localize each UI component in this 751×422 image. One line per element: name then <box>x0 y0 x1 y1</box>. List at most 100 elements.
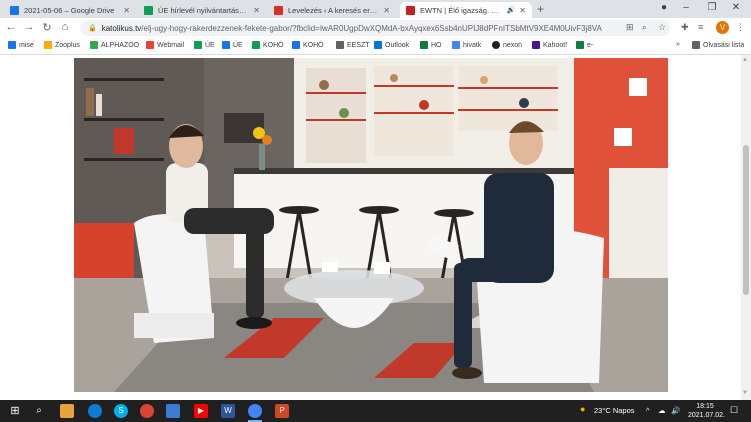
bookmark-label: e- <box>587 41 594 49</box>
address-bar[interactable]: 🔒 katolikus.tv /elj-ugy-hogy-rakerdezzen… <box>80 20 670 36</box>
bookmark-label: nexon <box>503 41 523 49</box>
scroll-up-arrow-icon[interactable]: ▲ <box>742 57 748 63</box>
reload-icon[interactable]: ↻ <box>40 21 54 34</box>
weather-widget[interactable]: 23°C Napos <box>594 406 635 415</box>
skype-icon[interactable]: S <box>114 404 128 418</box>
photos-icon[interactable] <box>166 404 180 418</box>
youtube-icon[interactable]: ▶ <box>194 404 208 418</box>
chrome-active-icon[interactable] <box>248 404 262 418</box>
edge-icon[interactable] <box>88 404 102 418</box>
notifications-icon[interactable]: ☐ <box>730 405 738 416</box>
tab-google-drive[interactable]: 2021-05-06 – Google Drive ✕ <box>4 2 136 18</box>
page-scrollbar[interactable]: ▲ ▼ <box>741 55 751 400</box>
reading-list-label: Olvasási lista <box>703 41 745 49</box>
bookmark-label: ALPHAZOO <box>101 41 140 49</box>
search-icon[interactable]: ⌕ <box>32 404 46 418</box>
bookmark-label: ÚE <box>205 41 215 49</box>
bookmark-ho[interactable]: HO <box>420 41 442 49</box>
extensions-icon[interactable]: ✚ <box>681 22 689 33</box>
bookmark-outlook[interactable]: Outlook <box>374 41 409 49</box>
audio-playing-icon[interactable]: 🔊 <box>507 6 516 14</box>
menu-kebab-icon[interactable]: ⋮ <box>736 22 745 33</box>
webmail-icon <box>146 41 154 49</box>
speaker-icon[interactable]: 🔊 <box>671 406 680 415</box>
bookmark-nexon[interactable]: nexon <box>492 41 522 49</box>
minimize-button[interactable]: – <box>672 2 700 13</box>
bookmark-label: Webmail <box>157 41 185 49</box>
google-drive-icon <box>8 41 16 49</box>
profile-avatar[interactable]: V <box>716 21 729 34</box>
outlook-icon <box>374 41 382 49</box>
bookmark-ue-drive[interactable]: ÚE <box>222 41 243 49</box>
tab-levelezes[interactable]: Levelezés ‹ A keresés eredménye ✕ <box>268 2 396 18</box>
bookmark-ue-sheets[interactable]: ÚE <box>194 41 215 49</box>
clock-date: 2021.07.02. <box>688 412 725 419</box>
bookmark-star-icon[interactable]: ☆ <box>658 22 666 33</box>
bookmark-label: ÚE <box>233 41 243 49</box>
google-sheets-icon <box>194 41 202 49</box>
eeszt-icon <box>336 41 344 49</box>
new-tab-button[interactable]: + <box>537 2 544 16</box>
bookmark-webmail[interactable]: Webmail <box>146 41 184 49</box>
close-tab-icon[interactable]: ✕ <box>253 6 260 15</box>
powerpoint-icon[interactable]: P <box>275 404 289 418</box>
bookmark-e[interactable]: e- <box>576 41 593 49</box>
reading-list-icon <box>692 41 700 49</box>
install-app-icon[interactable]: ⊞ <box>626 22 634 33</box>
google-drive-icon <box>10 5 19 15</box>
tab-title: EWTN | Élő igazság. Katoliku <box>420 5 503 15</box>
taskbar-clock[interactable]: 18:15 2021.07.02. <box>688 402 725 420</box>
tab-ue-hirlevel[interactable]: ÚE hírlevél nyilvántartása - Goog ✕ <box>138 2 266 18</box>
alphazoo-icon <box>90 41 98 49</box>
tab-ewtn[interactable]: EWTN | Élő igazság. Katoliku 🔊 ✕ <box>400 2 532 18</box>
chrome-icon[interactable] <box>140 404 154 418</box>
bookmark-label: hivatk <box>463 41 482 49</box>
gmail-icon <box>274 5 283 15</box>
hivatk-icon <box>452 41 460 49</box>
bookmark-mise[interactable]: mise <box>8 41 34 49</box>
bookmark-label: Zooplus <box>55 41 80 49</box>
ewtn-icon <box>406 5 415 15</box>
bookmarks-overflow-button[interactable]: » <box>676 41 680 48</box>
video-player[interactable] <box>74 58 668 392</box>
bookmark-koho-drive[interactable]: KOHÓ <box>292 41 324 49</box>
bookmark-label: KOHÓ <box>263 41 284 49</box>
excel-icon <box>576 41 584 49</box>
close-tab-icon[interactable]: ✕ <box>519 6 526 15</box>
close-window-button[interactable]: ✕ <box>722 2 750 13</box>
back-arrow-icon[interactable]: ← <box>4 21 18 33</box>
word-icon[interactable]: W <box>221 404 235 418</box>
reading-mode-icon[interactable]: ≡ <box>698 22 703 32</box>
bookmark-kahoot[interactable]: Kahoot! <box>532 41 567 49</box>
zoom-icon[interactable]: ⌕ <box>642 22 647 33</box>
lock-icon: 🔒 <box>88 25 97 32</box>
close-tab-icon[interactable]: ✕ <box>383 6 390 15</box>
bookmark-eeszt[interactable]: EESZT <box>336 41 370 49</box>
bookmark-label: mise <box>19 41 34 49</box>
tray-chevron-icon[interactable]: ^ <box>646 406 650 415</box>
excel-icon <box>420 41 428 49</box>
bookmark-hivatk[interactable]: hivatk <box>452 41 481 49</box>
browser-tab-strip: 2021-05-06 – Google Drive ✕ ÚE hírlevél … <box>0 0 751 18</box>
tab-title: Levelezés ‹ A keresés eredménye <box>288 5 379 15</box>
bookmark-koho-sheets[interactable]: KOHÓ <box>252 41 284 49</box>
bookmarks-bar: mise Zooplus ALPHAZOO Webmail ÚE ÚE KOHÓ… <box>0 38 751 55</box>
scroll-down-arrow-icon[interactable]: ▼ <box>742 390 748 396</box>
zooplus-icon <box>44 41 52 49</box>
video-frame-studio-interview <box>74 58 668 392</box>
forward-arrow-icon[interactable]: → <box>22 21 36 33</box>
home-icon[interactable]: ⌂ <box>58 21 72 33</box>
sun-weather-icon[interactable]: ● <box>580 404 585 414</box>
windows-start-icon[interactable]: ⊞ <box>8 404 22 418</box>
file-explorer-icon[interactable] <box>60 404 74 418</box>
bookmark-zooplus[interactable]: Zooplus <box>44 41 80 49</box>
scrollbar-thumb[interactable] <box>743 145 749 295</box>
nexon-icon <box>492 41 500 49</box>
reading-list-button[interactable]: Olvasási lista <box>692 41 744 49</box>
kahoot-icon <box>532 41 540 49</box>
bookmark-alphazoo[interactable]: ALPHAZOO <box>90 41 139 49</box>
cloud-icon[interactable]: ☁ <box>658 406 666 415</box>
bookmark-label: Outlook <box>385 41 410 49</box>
google-drive-icon <box>222 41 230 49</box>
close-tab-icon[interactable]: ✕ <box>123 6 130 15</box>
